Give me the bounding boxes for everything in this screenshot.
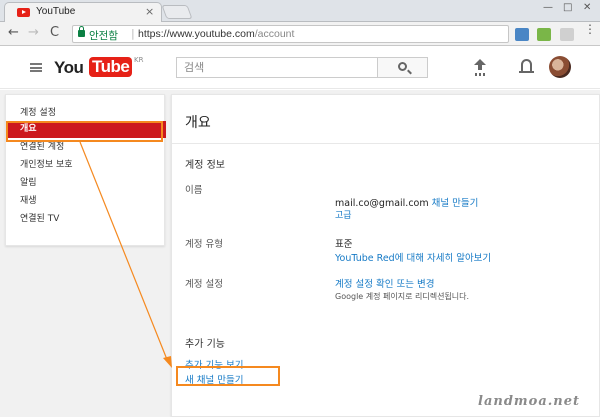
tab-strip: YouTube × — □ ✕ — [0, 0, 600, 22]
browser-toolbar: ← → C 안전함 | https://www.youtube.com/acco… — [0, 22, 600, 46]
logo-tube: Tube — [89, 57, 133, 77]
logo-you: You — [54, 58, 84, 77]
account-settings-link[interactable]: 계정 설정 확인 또는 변경 — [335, 276, 434, 290]
sidebar-item-notifications[interactable]: 알림 — [6, 175, 166, 192]
account-type-label: 계정 유형 — [185, 239, 223, 250]
sidebar-item-playback[interactable]: 재생 — [6, 193, 166, 210]
country-code: KR — [134, 56, 144, 64]
extension-green-icon[interactable] — [537, 28, 551, 41]
back-arrow-icon[interactable]: ← — [8, 25, 19, 40]
title-divider — [172, 143, 600, 144]
email-row: mail.co@gmail.com 채널 만들기 — [335, 195, 478, 209]
search-icon — [398, 62, 407, 71]
sidebar-heading: 계정 설정 — [20, 108, 56, 118]
highlight-box-overview — [6, 121, 163, 142]
extra-features-heading: 추가 기능 — [185, 339, 225, 350]
youtube-favicon-icon — [17, 8, 30, 17]
url-separator: | — [131, 27, 135, 40]
watermark: landmoa.net — [478, 394, 581, 409]
url-path: /account — [254, 28, 295, 40]
forward-arrow-icon[interactable]: → — [28, 25, 39, 40]
secure-label: 안전함 — [89, 30, 118, 42]
lock-icon — [78, 26, 85, 37]
extension-download-icon[interactable] — [515, 28, 529, 41]
redirect-note: Google 계정 페이지로 리디렉션됩니다. — [335, 292, 470, 301]
tab-close-icon[interactable]: × — [145, 5, 154, 18]
tab-title: YouTube — [36, 6, 76, 17]
avatar[interactable] — [549, 56, 571, 78]
maximize-icon[interactable]: □ — [563, 2, 572, 13]
youtube-header: You Tube KR — [0, 47, 600, 89]
search-input[interactable] — [176, 57, 377, 78]
page-title: 개요 — [185, 115, 211, 131]
url-host: https://www.youtube.com — [138, 28, 255, 40]
youtube-red-link[interactable]: YouTube Red에 대해 자세히 알아보기 — [335, 250, 491, 264]
notification-bell-icon[interactable] — [519, 59, 534, 73]
address-bar[interactable]: 안전함 | https://www.youtube.com/account ☆ — [72, 25, 572, 43]
account-type-value: 표준 — [335, 239, 353, 250]
name-label: 이름 — [185, 185, 203, 196]
reload-icon[interactable]: C — [50, 25, 59, 40]
create-channel-link[interactable]: 채널 만들기 — [432, 198, 479, 209]
advanced-link[interactable]: 고급 — [335, 208, 352, 221]
sidebar-item-privacy[interactable]: 개인정보 보호 — [6, 157, 166, 174]
upload-icon[interactable] — [474, 59, 486, 75]
browser-menu-icon[interactable]: ⋮ — [584, 23, 596, 35]
new-tab-button[interactable] — [161, 5, 193, 19]
search-button[interactable] — [377, 57, 428, 78]
account-settings-label: 계정 설정 — [185, 279, 223, 290]
extension-cast-icon[interactable] — [560, 28, 574, 41]
minimize-icon[interactable]: — — [543, 2, 553, 13]
highlight-box-new-channel — [176, 366, 280, 386]
browser-tab[interactable]: YouTube × — [4, 2, 162, 22]
url-text: https://www.youtube.com/account — [138, 28, 294, 40]
window-close-icon[interactable]: ✕ — [583, 2, 591, 13]
sidebar-item-connected-tv[interactable]: 연결된 TV — [6, 211, 166, 228]
settings-sidebar: 계정 설정 개요 연결된 계정 개인정보 보호 알림 재생 연결된 TV — [5, 94, 166, 246]
account-info-heading: 계정 정보 — [185, 160, 225, 171]
hamburger-menu-icon[interactable] — [30, 63, 42, 72]
